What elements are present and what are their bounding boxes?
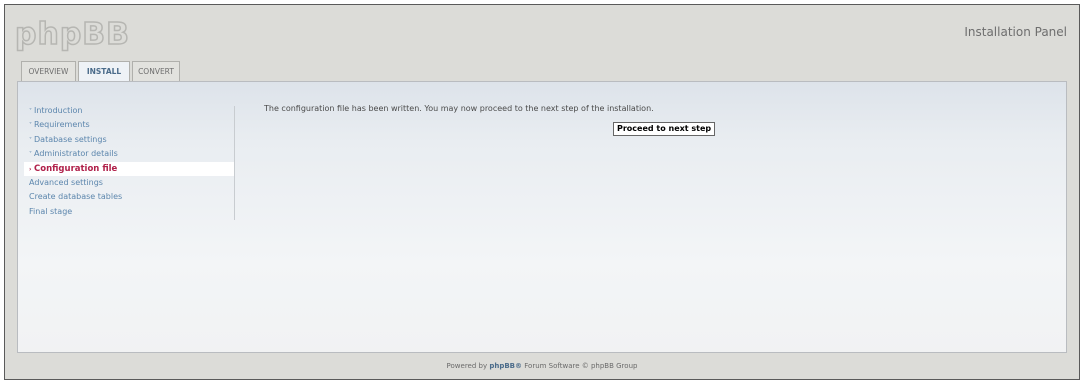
menu-divider <box>234 106 235 220</box>
tab-overview[interactable]: OVERVIEW <box>21 61 76 81</box>
menu-item-create-database-tables[interactable]: Create database tables <box>24 190 234 204</box>
status-message: The configuration file has been written.… <box>264 104 654 113</box>
menu-item-administrator-details[interactable]: ˅ Administrator details <box>24 147 234 161</box>
footer-suffix: Forum Software © phpBB Group <box>522 362 638 370</box>
tab-install[interactable]: INSTALL <box>78 61 130 82</box>
menu-item-label: Requirements <box>34 120 90 130</box>
tab-convert[interactable]: CONVERT <box>132 61 180 81</box>
menu-item-introduction[interactable]: ˅ Introduction <box>24 104 234 118</box>
proceed-button[interactable]: Proceed to next step <box>613 122 716 136</box>
menu-item-final-stage[interactable]: Final stage <box>24 205 234 219</box>
menu-item-label: Final stage <box>29 206 73 216</box>
menu-item-configuration-file[interactable]: › Configuration file <box>24 161 234 176</box>
menu-item-label: Advanced settings <box>29 177 103 187</box>
installer-window: phpBB Installation Panel OVERVIEW INSTAL… <box>4 4 1080 380</box>
menu-item-label: Create database tables <box>29 192 123 202</box>
install-steps-menu: ˅ Introduction ˅ Requirements ˅ Database se… <box>24 104 234 219</box>
menu-item-database-settings[interactable]: ˅ Database settings <box>24 133 234 147</box>
panel-title: Installation Panel <box>964 25 1067 39</box>
menu-item-advanced-settings[interactable]: Advanced settings <box>24 176 234 190</box>
content-panel: ˅ Introduction ˅ Requirements ˅ Database se… <box>17 81 1067 353</box>
menu-item-label: Introduction <box>34 106 83 115</box>
menu-item-label: Database settings <box>34 134 107 144</box>
menu-item-label: Configuration file <box>34 163 118 174</box>
phpbb-link[interactable]: phpBB® <box>489 362 522 370</box>
menu-item-requirements[interactable]: ˅ Requirements <box>24 118 234 132</box>
footer: Powered by phpBB® Forum Software © phpBB… <box>5 362 1079 370</box>
phpbb-logo: phpBB <box>14 16 131 53</box>
footer-prefix: Powered by <box>446 362 490 370</box>
menu-item-label: Administrator details <box>34 149 118 159</box>
